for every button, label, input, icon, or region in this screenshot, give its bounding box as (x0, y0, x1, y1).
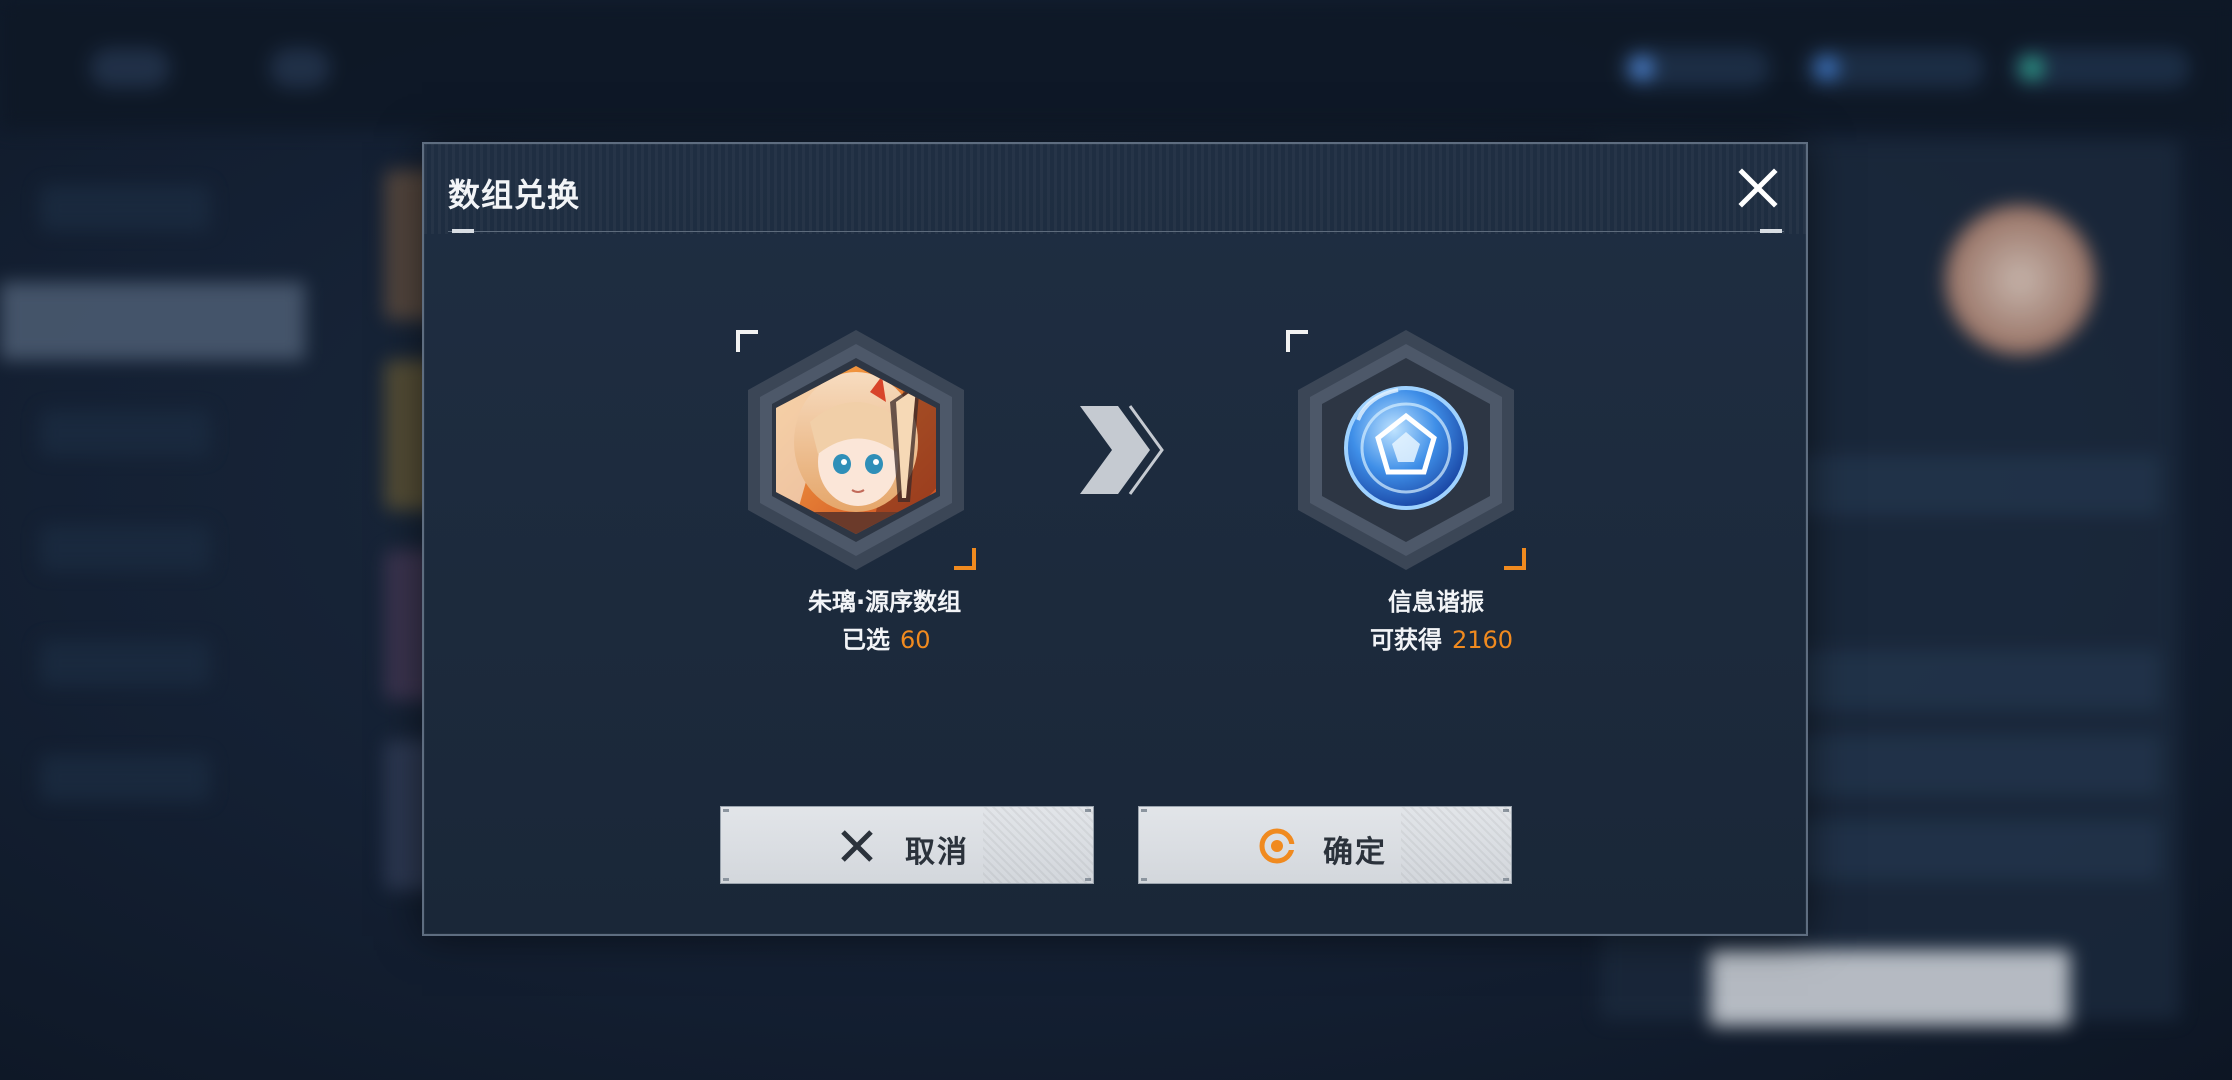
corner-bracket-icon (1504, 548, 1526, 570)
bg-currency-pill (2010, 48, 2190, 88)
dialog-header-texture (424, 144, 1806, 234)
source-item-name: 朱璃·源序数组 (808, 588, 962, 616)
selected-label: 已选 (842, 626, 890, 654)
header-divider (448, 231, 1784, 232)
bg-sidebar-item (40, 525, 210, 571)
confirm-button[interactable]: 确定 (1138, 806, 1512, 884)
button-corner (1503, 809, 1509, 812)
cancel-button[interactable]: 取消 (720, 806, 1094, 884)
header-divider-tick (452, 229, 474, 233)
character-portrait-icon (776, 366, 936, 534)
button-corner (1141, 878, 1147, 881)
dialog-title: 数组兑换 (448, 176, 581, 214)
close-button[interactable] (1734, 164, 1782, 212)
target-obtain-row: 可获得 2160 (1370, 620, 1513, 655)
confirm-circle-icon (1259, 828, 1295, 864)
button-corner (723, 809, 729, 812)
obtain-label: 可获得 (1370, 626, 1442, 654)
bg-sidebar-item (40, 185, 210, 231)
corner-bracket-icon (736, 330, 758, 352)
bg-back-button (90, 48, 170, 88)
cancel-label: 取消 (905, 835, 969, 870)
bg-currency-pill (1620, 48, 1770, 88)
bg-sidebar-item (40, 755, 210, 801)
crystal-orb-icon (1344, 386, 1468, 510)
bg-sidebar-item (40, 640, 210, 686)
button-corner (1085, 878, 1091, 881)
target-item-slot[interactable] (1286, 322, 1526, 570)
corner-bracket-icon (1286, 330, 1308, 352)
bg-currency-pill (1805, 48, 1985, 88)
bg-sidebar-item (40, 410, 210, 456)
source-item-slot[interactable] (736, 322, 976, 570)
exchange-dialog: 数组兑换 朱璃·源序数组 已选 60 信息谐振 可获得 2160 取消 确定 (422, 142, 1808, 936)
button-corner (1141, 809, 1147, 812)
close-icon (841, 830, 873, 862)
source-selected-row: 已选 60 (842, 620, 931, 655)
corner-bracket-icon (954, 548, 976, 570)
target-item-name: 信息谐振 (1388, 588, 1484, 616)
button-corner (1085, 809, 1091, 812)
obtain-count: 2160 (1452, 626, 1514, 654)
header-divider-tick (1760, 229, 1782, 233)
bg-sidebar-active (0, 282, 305, 360)
button-corner (723, 878, 729, 881)
bg-action-button (1710, 950, 2070, 1026)
button-corner (1503, 878, 1509, 881)
confirm-label: 确定 (1323, 835, 1387, 870)
chevron-right-icon (1080, 405, 1164, 495)
close-icon (1738, 168, 1778, 208)
selected-count: 60 (900, 626, 931, 654)
bg-avatar (1945, 205, 2095, 355)
bg-home-button (270, 48, 330, 88)
